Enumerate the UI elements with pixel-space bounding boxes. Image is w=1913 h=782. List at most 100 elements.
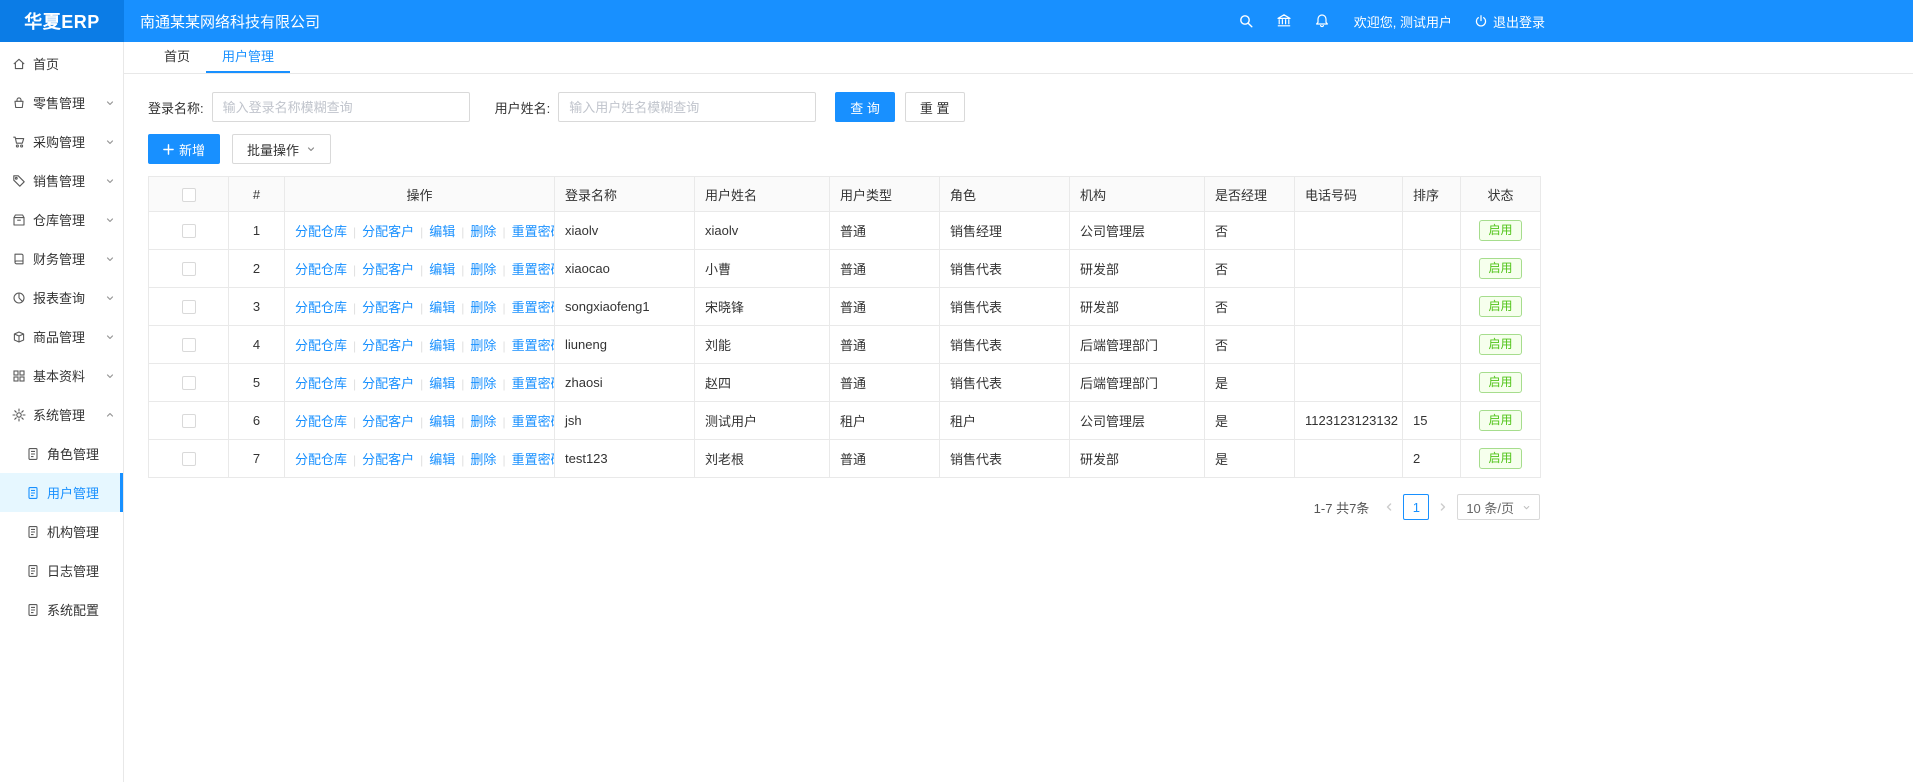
sidebar-item-report[interactable]: 报表查询	[0, 278, 123, 317]
row-checkbox[interactable]	[182, 262, 196, 276]
edit-link[interactable]: 编辑	[429, 262, 455, 277]
sidebar-item-purchase[interactable]: 采购管理	[0, 122, 123, 161]
cell-status: 启用	[1461, 288, 1541, 326]
row-checkbox[interactable]	[182, 376, 196, 390]
row-checkbox[interactable]	[182, 338, 196, 352]
reset-password-link[interactable]: 重置密码	[512, 338, 555, 353]
sidebar-item-org[interactable]: 机构管理	[0, 512, 123, 551]
logout-button[interactable]: 退出登录	[1474, 12, 1545, 31]
op-divider: |	[353, 301, 356, 315]
op-divider: |	[353, 415, 356, 429]
table-row: 6分配仓库|分配客户|编辑|删除|重置密码jsh测试用户租户租户公司管理层是11…	[149, 402, 1541, 440]
cell-type: 普通	[830, 364, 940, 402]
row-checkbox[interactable]	[182, 414, 196, 428]
reset-password-link[interactable]: 重置密码	[512, 224, 555, 239]
page-number-button[interactable]: 1	[1403, 494, 1429, 520]
op-divider: |	[502, 225, 505, 239]
batch-operations-button[interactable]: 批量操作	[232, 134, 331, 164]
sidebar-item-log[interactable]: 日志管理	[0, 551, 123, 590]
edit-link[interactable]: 编辑	[429, 300, 455, 315]
add-button[interactable]: 新增	[148, 134, 220, 164]
edit-link[interactable]: 编辑	[429, 414, 455, 429]
bell-icon[interactable]	[1314, 13, 1330, 29]
cell-login: zhaosi	[555, 364, 695, 402]
assign-customer-link[interactable]: 分配客户	[362, 414, 414, 429]
reset-password-link[interactable]: 重置密码	[512, 262, 555, 277]
prev-page-icon[interactable]	[1383, 501, 1395, 513]
row-checkbox[interactable]	[182, 224, 196, 238]
reset-password-link[interactable]: 重置密码	[512, 300, 555, 315]
sidebar-item-home[interactable]: 首页	[0, 44, 123, 83]
assign-customer-link[interactable]: 分配客户	[362, 300, 414, 315]
edit-link[interactable]: 编辑	[429, 452, 455, 467]
cell-phone	[1295, 250, 1403, 288]
assign-customer-link[interactable]: 分配客户	[362, 224, 414, 239]
assign-customer-link[interactable]: 分配客户	[362, 376, 414, 391]
sidebar-item-sales[interactable]: 销售管理	[0, 161, 123, 200]
delete-link[interactable]: 删除	[470, 224, 496, 239]
cell-status: 启用	[1461, 326, 1541, 364]
delete-link[interactable]: 删除	[470, 262, 496, 277]
sidebar-item-warehouse[interactable]: 仓库管理	[0, 200, 123, 239]
sidebar-item-label: 角色管理	[47, 444, 115, 463]
reset-password-link[interactable]: 重置密码	[512, 452, 555, 467]
delete-link[interactable]: 删除	[470, 300, 496, 315]
op-divider: |	[502, 377, 505, 391]
assign-warehouse-link[interactable]: 分配仓库	[295, 338, 347, 353]
table-header-row: # 操作 登录名称 用户姓名 用户类型 角色 机构 是否经理 电话号码 排序 状…	[149, 177, 1541, 212]
tab-home[interactable]: 首页	[148, 42, 206, 73]
search-icon[interactable]	[1238, 13, 1254, 29]
edit-link[interactable]: 编辑	[429, 338, 455, 353]
column-header-operations: 操作	[285, 177, 555, 212]
search-button[interactable]: 查 询	[835, 92, 895, 122]
app-logo[interactable]: 华夏ERP	[0, 0, 124, 42]
cell-sort: 2	[1403, 440, 1461, 478]
sidebar-item-config[interactable]: 系统配置	[0, 590, 123, 629]
assign-warehouse-link[interactable]: 分配仓库	[295, 262, 347, 277]
document-icon	[26, 447, 40, 461]
assign-warehouse-link[interactable]: 分配仓库	[295, 414, 347, 429]
reset-password-link[interactable]: 重置密码	[512, 376, 555, 391]
assign-customer-link[interactable]: 分配客户	[362, 452, 414, 467]
assign-warehouse-link[interactable]: 分配仓库	[295, 376, 347, 391]
delete-link[interactable]: 删除	[470, 452, 496, 467]
cell-type: 租户	[830, 402, 940, 440]
reset-password-link[interactable]: 重置密码	[512, 414, 555, 429]
cell-type: 普通	[830, 440, 940, 478]
assign-customer-link[interactable]: 分配客户	[362, 338, 414, 353]
next-page-icon[interactable]	[1437, 501, 1449, 513]
row-checkbox[interactable]	[182, 452, 196, 466]
cell-role: 租户	[940, 402, 1070, 440]
sidebar-item-basic[interactable]: 基本资料	[0, 356, 123, 395]
page-size-select[interactable]: 10 条/页	[1457, 494, 1540, 520]
main-layout: 首页 零售管理 采购管理 销售管理 仓库管理 财务管理	[0, 42, 1913, 782]
assign-warehouse-link[interactable]: 分配仓库	[295, 452, 347, 467]
assign-warehouse-link[interactable]: 分配仓库	[295, 224, 347, 239]
edit-link[interactable]: 编辑	[429, 224, 455, 239]
delete-link[interactable]: 删除	[470, 376, 496, 391]
edit-link[interactable]: 编辑	[429, 376, 455, 391]
row-checkbox[interactable]	[182, 300, 196, 314]
reset-button[interactable]: 重 置	[905, 92, 965, 122]
sidebar-item-retail[interactable]: 零售管理	[0, 83, 123, 122]
bank-icon[interactable]	[1276, 13, 1292, 29]
tab-user-management[interactable]: 用户管理	[206, 42, 290, 73]
delete-link[interactable]: 删除	[470, 338, 496, 353]
select-all-checkbox[interactable]	[182, 188, 196, 202]
assign-customer-link[interactable]: 分配客户	[362, 262, 414, 277]
table-row: 2分配仓库|分配客户|编辑|删除|重置密码xiaocao小曹普通销售代表研发部否…	[149, 250, 1541, 288]
sidebar-item-system[interactable]: 系统管理	[0, 395, 123, 434]
sidebar-item-goods[interactable]: 商品管理	[0, 317, 123, 356]
pagination: 1-7 共7条 1 10 条/页	[148, 494, 1540, 520]
op-divider: |	[353, 453, 356, 467]
delete-link[interactable]: 删除	[470, 414, 496, 429]
sidebar-item-finance[interactable]: 财务管理	[0, 239, 123, 278]
cell-manager: 是	[1205, 364, 1295, 402]
user-name-input[interactable]	[558, 92, 816, 122]
cell-sort	[1403, 212, 1461, 250]
cell-operations: 分配仓库|分配客户|编辑|删除|重置密码	[285, 364, 555, 402]
login-name-input[interactable]	[212, 92, 470, 122]
sidebar-item-user[interactable]: 用户管理	[0, 473, 123, 512]
sidebar-item-role[interactable]: 角色管理	[0, 434, 123, 473]
assign-warehouse-link[interactable]: 分配仓库	[295, 300, 347, 315]
